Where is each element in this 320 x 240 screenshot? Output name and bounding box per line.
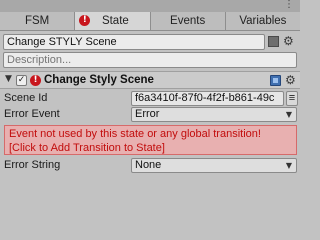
error-event-dropdown[interactable]: Error ▼ [131,107,297,122]
tab-label: State [101,15,129,27]
panel-titlebar: ⋮ [0,0,300,12]
state-color-swatch[interactable] [268,36,279,47]
error-message-line: Event not used by this state or any glob… [9,128,261,140]
action-title: Change Styly Scene [44,74,154,86]
state-name-input[interactable] [3,34,265,50]
error-event-value: Error [135,108,160,120]
error-icon: ! [30,75,41,86]
description-input[interactable] [3,52,297,68]
error-event-label: Error Event [4,108,60,120]
variable-toggle-button[interactable]: ≡ [286,91,298,106]
tab-label: Events [170,15,206,27]
chevron-down-icon: ▼ [285,161,292,170]
error-icon: ! [79,15,91,26]
tab-fsm[interactable]: FSM [0,12,76,30]
missing-transition-error[interactable]: Event not used by this state or any glob… [4,125,297,155]
error-string-dropdown[interactable]: None ▼ [131,158,297,173]
gear-icon[interactable]: ⚙ [285,73,296,87]
error-string-value: None [135,159,162,171]
state-name-row: ⚙ [3,34,297,50]
tab-state[interactable]: ! State [75,12,151,30]
scene-id-field[interactable]: f6a3410f-87f0-4f2f-b861-49c [131,91,284,106]
tab-label: FSM [24,15,50,27]
error-string-label: Error String [4,159,61,171]
scene-id-label: Scene Id [4,92,48,104]
kebab-menu-icon[interactable]: ⋮ [284,0,294,10]
tab-label: Variables [239,15,287,27]
tab-events[interactable]: Events [150,12,226,30]
gear-icon[interactable]: ⚙ [283,34,294,48]
tab-bar: FSM ! State Events Variables [0,12,300,31]
add-transition-link[interactable]: [Click to Add Transition to State] [9,141,292,155]
book-icon[interactable] [270,75,281,86]
tab-variables[interactable]: Variables [225,12,300,30]
action-enabled-checkbox[interactable]: ✓ [16,75,27,86]
foldout-arrow-icon[interactable]: ▼ [5,74,12,84]
chevron-down-icon: ▼ [285,110,292,119]
action-header[interactable]: ▼ ✓ ! Change Styly Scene ⚙ [0,71,300,89]
